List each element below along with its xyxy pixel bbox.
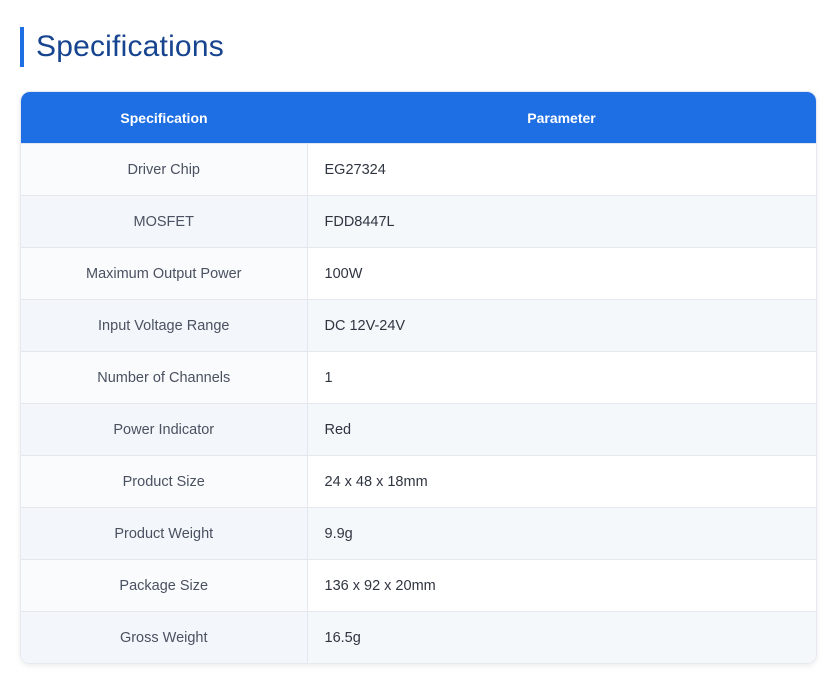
table-row: Input Voltage Range DC 12V-24V xyxy=(21,299,816,352)
table-row: Product Weight 9.9g xyxy=(21,507,816,560)
spec-name-cell: Product Weight xyxy=(21,507,308,560)
spec-value-cell: Red xyxy=(307,403,816,456)
spec-name-cell: MOSFET xyxy=(21,195,308,248)
spec-name-cell: Product Size xyxy=(21,455,308,508)
table-row: Driver Chip EG27324 xyxy=(21,143,816,196)
specifications-table-container: Specification Parameter Driver Chip EG27… xyxy=(20,91,817,664)
column-header-specification: Specification xyxy=(21,92,307,144)
table-row: Power Indicator Red xyxy=(21,403,816,456)
spec-name-cell: Gross Weight xyxy=(21,611,308,663)
table-row: Number of Channels 1 xyxy=(21,351,816,404)
spec-value-cell: DC 12V-24V xyxy=(307,299,816,352)
spec-value-cell: 1 xyxy=(307,351,816,404)
spec-value-cell: 16.5g xyxy=(307,611,816,663)
table-body: Driver Chip EG27324 MOSFET FDD8447L Maxi… xyxy=(21,143,816,663)
table-header: Specification Parameter xyxy=(21,92,816,144)
spec-name-cell: Maximum Output Power xyxy=(21,247,308,300)
header-row: Specification Parameter xyxy=(21,92,816,144)
table-row: MOSFET FDD8447L xyxy=(21,195,816,248)
spec-name-cell: Power Indicator xyxy=(21,403,308,456)
spec-value-cell: 136 x 92 x 20mm xyxy=(307,559,816,612)
page-title: Specifications xyxy=(36,30,224,63)
spec-value-cell: FDD8447L xyxy=(307,195,816,248)
page: Specifications Specification Parameter D… xyxy=(0,0,824,683)
spec-name-cell: Number of Channels xyxy=(21,351,308,404)
spec-value-cell: 9.9g xyxy=(307,507,816,560)
table-row: Maximum Output Power 100W xyxy=(21,247,816,300)
table-row: Product Size 24 x 48 x 18mm xyxy=(21,455,816,508)
table-row: Gross Weight 16.5g xyxy=(21,611,816,663)
spec-value-cell: 24 x 48 x 18mm xyxy=(307,455,816,508)
column-header-parameter: Parameter xyxy=(307,92,816,144)
spec-name-cell: Driver Chip xyxy=(21,143,308,196)
spec-name-cell: Package Size xyxy=(21,559,308,612)
spec-value-cell: 100W xyxy=(307,247,816,300)
table-row: Package Size 136 x 92 x 20mm xyxy=(21,559,816,612)
specifications-table: Specification Parameter Driver Chip EG27… xyxy=(21,92,816,663)
spec-name-cell: Input Voltage Range xyxy=(21,299,308,352)
spec-value-cell: EG27324 xyxy=(307,143,816,196)
section-heading: Specifications xyxy=(20,27,224,67)
